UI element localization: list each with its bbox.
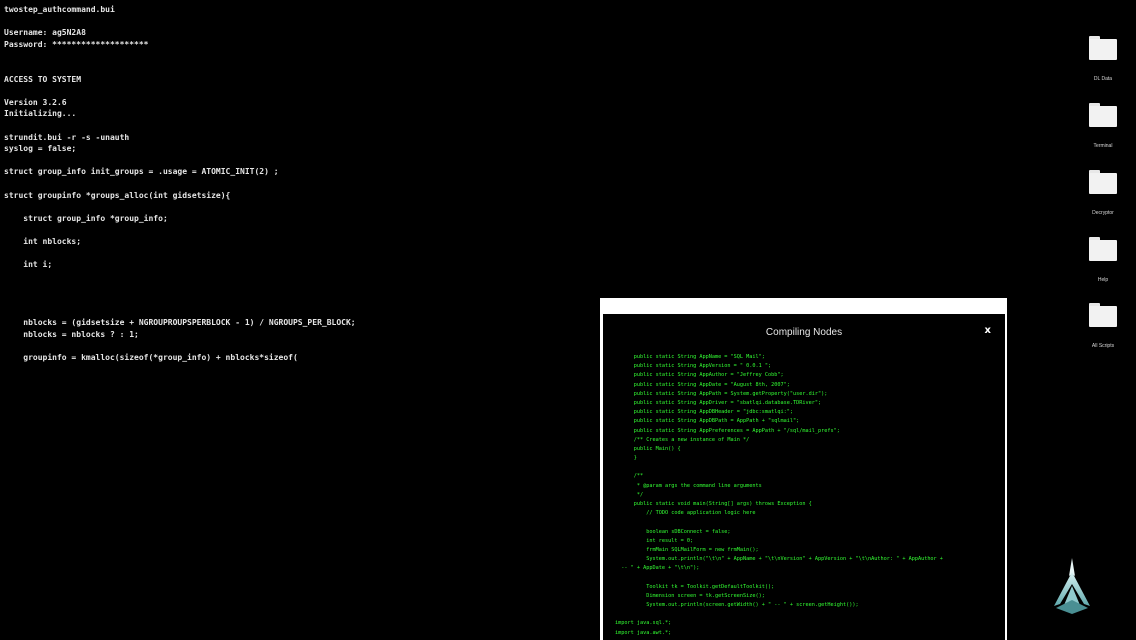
logo-icon — [1054, 558, 1090, 614]
terminal-line: struct group_info init_groups = .usage =… — [4, 167, 279, 177]
code-line: System.out.println(screen.getWidth() + "… — [615, 602, 859, 609]
folder-icon — [1089, 237, 1117, 261]
folder-icon — [1089, 303, 1117, 327]
code-line: boolean sDBConnect = false; — [615, 528, 731, 535]
code-line: public Main() { — [615, 445, 681, 452]
close-button[interactable]: x — [985, 325, 991, 336]
desktop-icon-label: Terminal — [1093, 143, 1113, 149]
code-line: int result = 0; — [615, 537, 694, 544]
code-line: Dimension screen = tk.getScreenSize(); — [615, 592, 765, 599]
terminal-line: Password: ******************** — [4, 39, 149, 49]
terminal-line: Initializing... — [4, 109, 77, 119]
code-line: -- " + AppDate + "\t\n"); — [615, 565, 700, 572]
terminal-line: int nblocks; — [4, 236, 82, 246]
code-line: public static String AppName = "SQL Mail… — [615, 354, 765, 360]
desktop-icon-decryptor[interactable]: Decryptor — [1082, 170, 1124, 226]
terminal-output: twostep_authcommand.bui Username: ag5N2A8… — [4, 4, 564, 384]
compiling-nodes-window[interactable]: Compiling Nodes x public static String A… — [600, 298, 1007, 640]
desktop-icon-label: Help — [1097, 277, 1109, 283]
terminal-line: nblocks = nblocks ? : 1; — [4, 329, 139, 339]
code-line: /** Creates a new instance of Main */ — [615, 436, 750, 443]
desktop-screen: twostep_authcommand.bui Username: ag5N2A8… — [0, 0, 1136, 640]
code-line: public static void main(String[] args) t… — [615, 501, 812, 507]
code-output: public static String AppName = "SQL Mail… — [615, 353, 1000, 638]
code-line: public static String AppPreferences = Ap… — [615, 427, 840, 434]
desktop-icon-label: Decryptor — [1092, 210, 1114, 216]
terminal-line: struct group_info *group_info; — [4, 213, 168, 223]
folder-icon — [1089, 103, 1117, 127]
compiling-nodes-window-body: Compiling Nodes x public static String A… — [603, 314, 1005, 640]
code-line: // TODO code application logic here — [615, 510, 756, 517]
code-line: System.out.println("\t\n" + AppName + "\… — [615, 556, 943, 563]
code-line: public static String AppDriver = "sbatlq… — [615, 399, 822, 406]
code-line: public static String AppAuthor = "Jeffre… — [615, 372, 784, 379]
terminal-line: groupinfo = kmalloc(sizeof(*group_info) … — [4, 352, 298, 362]
desktop-icon-label: All Scripts — [1091, 343, 1115, 349]
code-line: */ — [615, 491, 644, 498]
folder-icon — [1089, 170, 1117, 194]
terminal-line: twostep_authcommand.bui — [4, 5, 115, 14]
code-line: public static String AppDBHeader = "jdbc… — [615, 409, 794, 416]
terminal-line: Username: ag5N2A8 — [4, 28, 86, 38]
terminal-line: int i; — [4, 260, 53, 270]
terminal-line: Version 3.2.6 — [4, 97, 67, 107]
code-line: import java.sql.*; — [615, 620, 672, 627]
code-line: import java.awt.*; — [615, 629, 672, 636]
desktop-icon-all-scripts[interactable]: All Scripts — [1082, 303, 1124, 359]
code-line: public static String AppPath = System.ge… — [615, 390, 828, 397]
terminal-line: ACCESS TO SYSTEM — [4, 74, 82, 84]
terminal-line: nblocks = (gidsetsize + NGROUPROUPSPERBL… — [4, 318, 356, 328]
terminal-line: strundit.bui -r -s -unauth — [4, 132, 130, 142]
code-line: /** — [615, 473, 644, 480]
terminal-line: struct groupinfo *groups_alloc(int gidse… — [4, 190, 231, 200]
desktop-icon-help[interactable]: Help — [1082, 237, 1124, 293]
code-line: public static String AppDate = "August 8… — [615, 381, 790, 388]
code-line: public static String AppDBPath = AppPath… — [615, 418, 800, 425]
folder-icon — [1089, 36, 1117, 60]
desktop-icon-terminal[interactable]: Terminal — [1082, 103, 1124, 159]
window-title: Compiling Nodes — [765, 327, 843, 338]
code-line: Toolkit tk = Toolkit.getDefaultToolkit()… — [615, 583, 775, 590]
code-line: frmMain SQLMailForm = new frmMain(); — [615, 546, 759, 553]
code-line: public static String AppVersion = " 0.0.… — [615, 363, 772, 370]
code-line: } — [615, 455, 637, 462]
desktop-icon-label: DL Data — [1093, 76, 1113, 82]
code-line: * @param args the command line arguments — [615, 482, 762, 489]
terminal-line: syslog = false; — [4, 144, 77, 154]
desktop-icon-dl-data[interactable]: DL Data — [1082, 36, 1124, 92]
